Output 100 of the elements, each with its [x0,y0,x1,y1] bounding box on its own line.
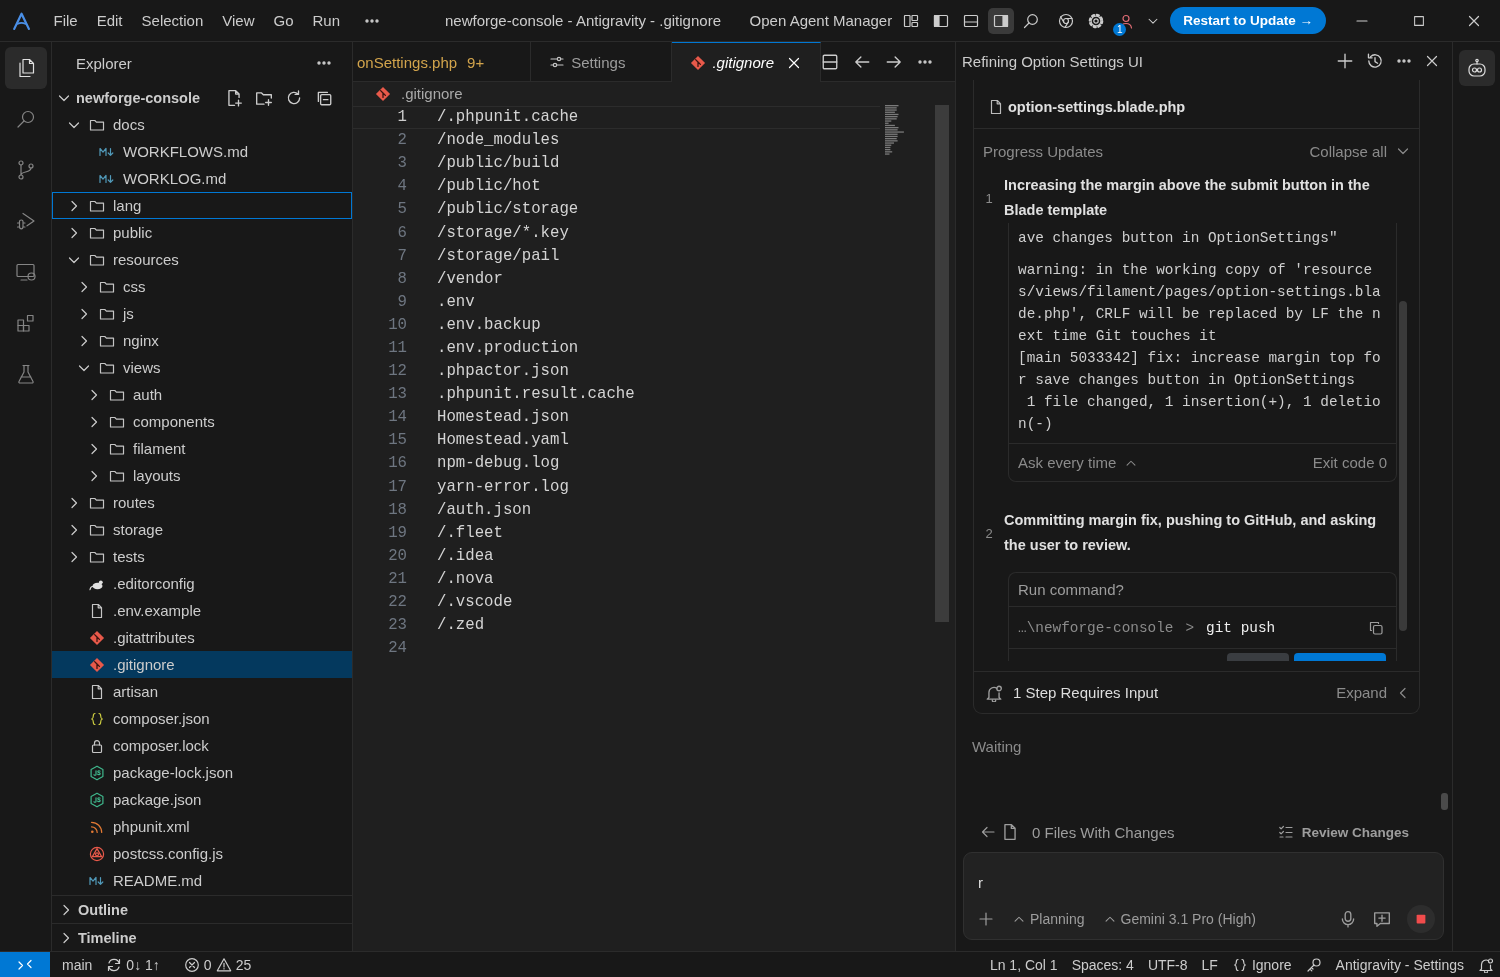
line-number: 21 [387,569,407,588]
error-icon [183,956,200,973]
window-title: newforge-console - Antigravity - .gitignore [445,12,721,29]
line-number: 9 [396,292,407,311]
tree-item[interactable]: layouts [52,462,352,489]
history-icon[interactable] [1366,52,1384,70]
tree-item[interactable]: routes [52,489,352,516]
tree-item[interactable]: js [52,300,352,327]
encoding-button[interactable]: UTF-8 [1140,956,1195,973]
refresh-icon[interactable] [285,88,303,107]
tree-item[interactable]: .editorconfig [52,570,352,597]
layout-toggle-button[interactable] [988,7,1015,34]
plus-icon[interactable] [978,911,994,927]
copy-icon[interactable] [1368,619,1384,636]
approval-dropdown[interactable]: Ask every time [1018,454,1139,471]
problems-button[interactable]: 0 25 [176,956,259,973]
tree-item[interactable]: package.json [52,786,352,813]
collapse-all-button[interactable]: Collapse all [1309,142,1411,160]
language-mode-button[interactable]: Ignore [1224,956,1299,973]
arrow-left-icon[interactable] [980,824,996,840]
aperture-icon[interactable] [1058,12,1075,29]
breadcrumb-item[interactable]: .gitignore [401,85,463,102]
stop-icon [1416,914,1426,924]
edited-file-link[interactable]: option-settings.blade.php [1008,99,1186,115]
scrollbar-thumb[interactable] [1399,301,1407,631]
menu-item[interactable]: Go [264,9,303,32]
tree-item[interactable]: auth [52,381,352,408]
tree-item[interactable]: lang [52,192,352,219]
tree-item[interactable]: WORKFLOWS.md [52,138,352,165]
tree-item[interactable]: .gitignore [52,651,352,678]
agent-manager-link[interactable]: Open Agent Manager [749,12,893,29]
layout-icon[interactable] [903,12,920,29]
sync-button[interactable]: 0↓ 1↑ [99,956,167,973]
model-dropdown[interactable]: Gemini 3.1 Pro (High) [1102,911,1256,927]
code-line: /vendor [437,269,503,288]
tree-item[interactable]: filament [52,435,352,462]
bell-icon[interactable] [1478,956,1494,973]
comment-plus-icon[interactable] [1373,910,1391,928]
section-header[interactable]: Outline [52,895,352,923]
tree-item[interactable]: components [52,408,352,435]
restart-to-update-button[interactable]: Restart to Update → [1170,7,1326,34]
editor-tab[interactable]: onSettings.php 9+ [353,42,532,82]
tree-item[interactable]: .env.example [52,597,352,624]
tree-item[interactable]: docs [52,111,352,138]
line-number: 4 [396,177,407,196]
search-icon[interactable] [1023,12,1040,29]
tree-item[interactable]: .gitattributes [52,624,352,651]
line-number: 19 [387,523,407,542]
expand-button[interactable]: Expand [1336,684,1411,701]
minimap[interactable] [885,105,905,158]
tree-item[interactable]: resources [52,246,352,273]
tree-item[interactable]: composer.lock [52,732,352,759]
menu-item[interactable]: Selection [132,9,213,32]
settings-profile-button[interactable]: Antigravity - Settings [1328,956,1471,973]
tree-item[interactable]: phpunit.xml [52,813,352,840]
tree-item[interactable]: postcss.config.js [52,840,352,867]
file-icon [988,99,1004,115]
tree-item[interactable]: public [52,219,352,246]
tree-item[interactable]: artisan [52,678,352,705]
scrollbar-thumb[interactable] [1441,793,1448,810]
cursor-position[interactable]: Ln 1, Col 1 [982,956,1065,973]
activity-bar-button[interactable] [4,47,47,89]
notification-badge: 1 [1113,22,1127,36]
menu-item[interactable]: Edit [87,9,133,32]
tree-item[interactable]: css [52,273,352,300]
tree-item[interactable]: nginx [52,327,352,354]
split-editor-icon[interactable] [821,52,840,71]
code-line: /.phpunit.cache [437,108,579,127]
tree-item[interactable]: tests [52,543,352,570]
code-line: /auth.json [437,500,532,519]
line-ending-button[interactable]: LF [1194,956,1225,973]
stop-button[interactable] [1407,905,1435,933]
code-line: /.fleet [437,523,503,542]
mode-dropdown[interactable]: Planning [1012,911,1085,927]
close-icon[interactable] [1424,53,1440,69]
tree-item[interactable]: composer.json [52,705,352,732]
tree-item[interactable]: views [52,354,352,381]
tree-item[interactable]: storage [52,516,352,543]
review-changes-button[interactable]: Review Changes [1277,824,1409,840]
scrollbar-thumb[interactable] [935,105,949,622]
agent-button[interactable] [1458,50,1495,86]
tree-item[interactable]: package-lock.json [52,759,352,786]
tree-item[interactable]: README.md [52,867,352,894]
new-file-icon[interactable] [225,88,243,107]
editor-tab[interactable]: .gitignore [672,42,822,82]
menu-item[interactable]: View [212,9,264,32]
branch-button[interactable]: main [55,956,100,973]
settings-icon[interactable] [1088,12,1105,29]
key-icon[interactable] [1305,956,1322,973]
warning-icon [215,956,232,973]
plus-icon[interactable] [1336,52,1354,70]
menu-item[interactable]: File [44,9,88,32]
menu-item[interactable]: Run [303,9,350,32]
tree-item[interactable]: WORKLOG.md [52,165,352,192]
tree-item[interactable]: newforge-console [52,84,352,111]
section-header[interactable]: Timeline [52,923,352,951]
indentation-button[interactable]: Spaces: 4 [1064,956,1141,973]
microphone-icon[interactable] [1339,910,1357,928]
maximize-icon[interactable] [1411,13,1426,28]
chat-input-field[interactable]: r Planning Gemini 3.1 Pro (High) [963,852,1444,940]
